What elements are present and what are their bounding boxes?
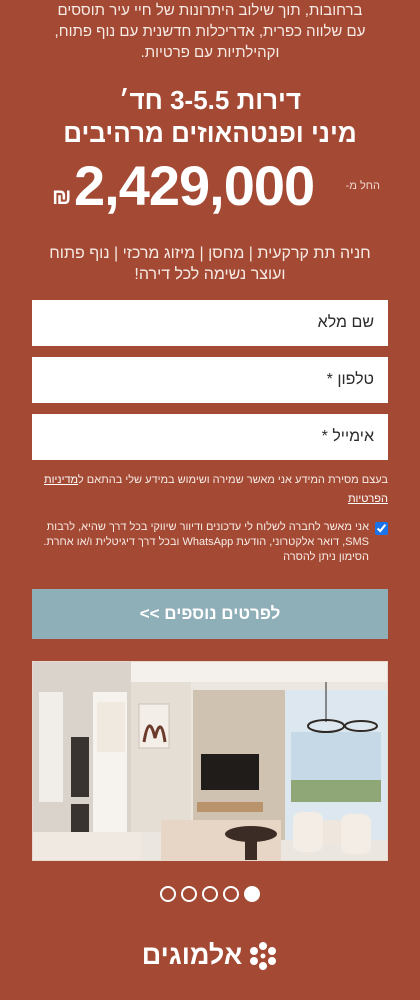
more-details-button[interactable]: לפרטים נוספים >> xyxy=(32,589,388,639)
price-from-label: החל מ- xyxy=(345,180,380,192)
privacy-notice: בעצם מסירת המידע אני מאשר שמירה ושימוש ב… xyxy=(40,471,388,509)
intro-line-1: ברחובות, תוך שילוב היתרונות של חיי עיר ת… xyxy=(57,2,363,19)
price-block: החל מ- 2,429,000 ₪ xyxy=(40,150,380,230)
almogim-dots-logo-icon xyxy=(250,941,277,970)
features-text: חניה תת קרקעית | מחסן | מיזוג מרכזי | נו… xyxy=(30,243,390,285)
price-amount: 2,429,000 xyxy=(74,154,315,217)
phone-input[interactable] xyxy=(32,357,388,403)
full-name-input[interactable] xyxy=(32,300,388,346)
gallery-dot-1[interactable] xyxy=(244,886,260,902)
features-line-2: ועוצר נשימה לכל דירה! xyxy=(134,266,286,283)
intro-line-2: עם שלווה כפרית, אדריכלות חדשנית עם נוף פ… xyxy=(54,23,366,40)
gallery-photo[interactable] xyxy=(32,661,388,861)
intro-line-3: וקהילתיות עם פרטיות. xyxy=(140,44,280,61)
brand-name: אלמוגים xyxy=(141,940,243,970)
consent-text: אני מאשר לחברה לשלוח לי עדכונים ודיוור ש… xyxy=(43,521,369,563)
privacy-text: בעצם מסירת המידע אני מאשר שמירה ושימוש ב… xyxy=(78,474,388,486)
marketing-consent: אני מאשר לחברה לשלוח לי עדכונים ודיוור ש… xyxy=(40,520,388,565)
gallery-dot-5[interactable] xyxy=(160,886,176,902)
gallery-dot-3[interactable] xyxy=(202,886,218,902)
currency-symbol: ₪ xyxy=(52,184,72,209)
intro-text: ברחובות, תוך שילוב היתרונות של חיי עיר ת… xyxy=(30,0,390,63)
page-headline: דירות 3-5.5 חד׳ מיני ופנטהאוזים מרהיבים xyxy=(20,84,400,150)
living-room-photo xyxy=(33,662,387,860)
gallery-dot-4[interactable] xyxy=(181,886,197,902)
brand-logo: אלמוגים xyxy=(0,940,420,971)
features-line-1: חניה תת קרקעית | מחסן | מיזוג מרכזי | נו… xyxy=(49,245,371,262)
headline-line-2: מיני ופנטהאוזים מרהיבים xyxy=(63,118,357,148)
headline-line-1: דירות 3-5.5 חד׳ xyxy=(118,85,302,115)
consent-checkbox[interactable] xyxy=(375,522,388,535)
email-input[interactable] xyxy=(32,414,388,460)
gallery-dots xyxy=(0,886,420,902)
gallery-dot-2[interactable] xyxy=(223,886,239,902)
